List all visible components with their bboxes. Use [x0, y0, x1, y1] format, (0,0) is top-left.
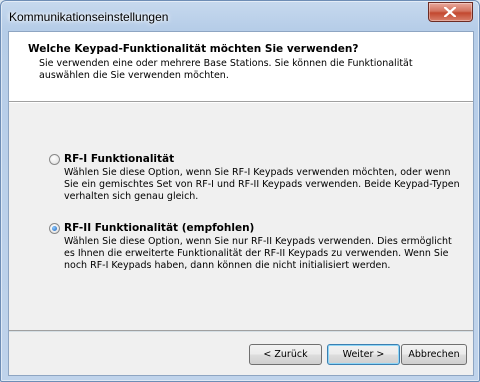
- back-button[interactable]: < Zurück: [249, 344, 322, 365]
- header-divider: [9, 102, 473, 103]
- page-subtitle: Sie verwenden eine oder mehrere Base Sta…: [39, 58, 413, 81]
- page-title: Welche Keypad-Funktionalität möchten Sie…: [28, 43, 359, 55]
- dialog-window: Kommunikationseinstellungen Welche Keypa…: [0, 0, 480, 382]
- option-rf1-description: Wählen Sie diese Option, wenn Sie RF-I K…: [64, 167, 460, 202]
- radio-selected-dot: [52, 226, 57, 231]
- radio-rf2[interactable]: [49, 223, 60, 234]
- title-bar[interactable]: Kommunikationseinstellungen: [1, 1, 479, 31]
- option-rf1-label[interactable]: RF-I Funktionalität: [64, 153, 174, 165]
- cancel-button[interactable]: Abbrechen: [401, 344, 467, 365]
- wizard-header: Welche Keypad-Funktionalität möchten Sie…: [9, 32, 473, 102]
- window-title: Kommunikationseinstellungen: [9, 10, 169, 24]
- close-icon: [444, 7, 456, 17]
- radio-rf1[interactable]: [49, 154, 60, 165]
- dialog-content: Welche Keypad-Funktionalität möchten Sie…: [8, 31, 474, 376]
- close-button[interactable]: [428, 2, 473, 22]
- option-rf2-description: Wählen Sie diese Option, wenn Sie nur RF…: [64, 236, 452, 271]
- option-rf2-label[interactable]: RF-II Funktionalität (empfohlen): [64, 222, 254, 234]
- next-button[interactable]: Weiter >: [327, 344, 400, 365]
- footer-divider: [9, 330, 473, 332]
